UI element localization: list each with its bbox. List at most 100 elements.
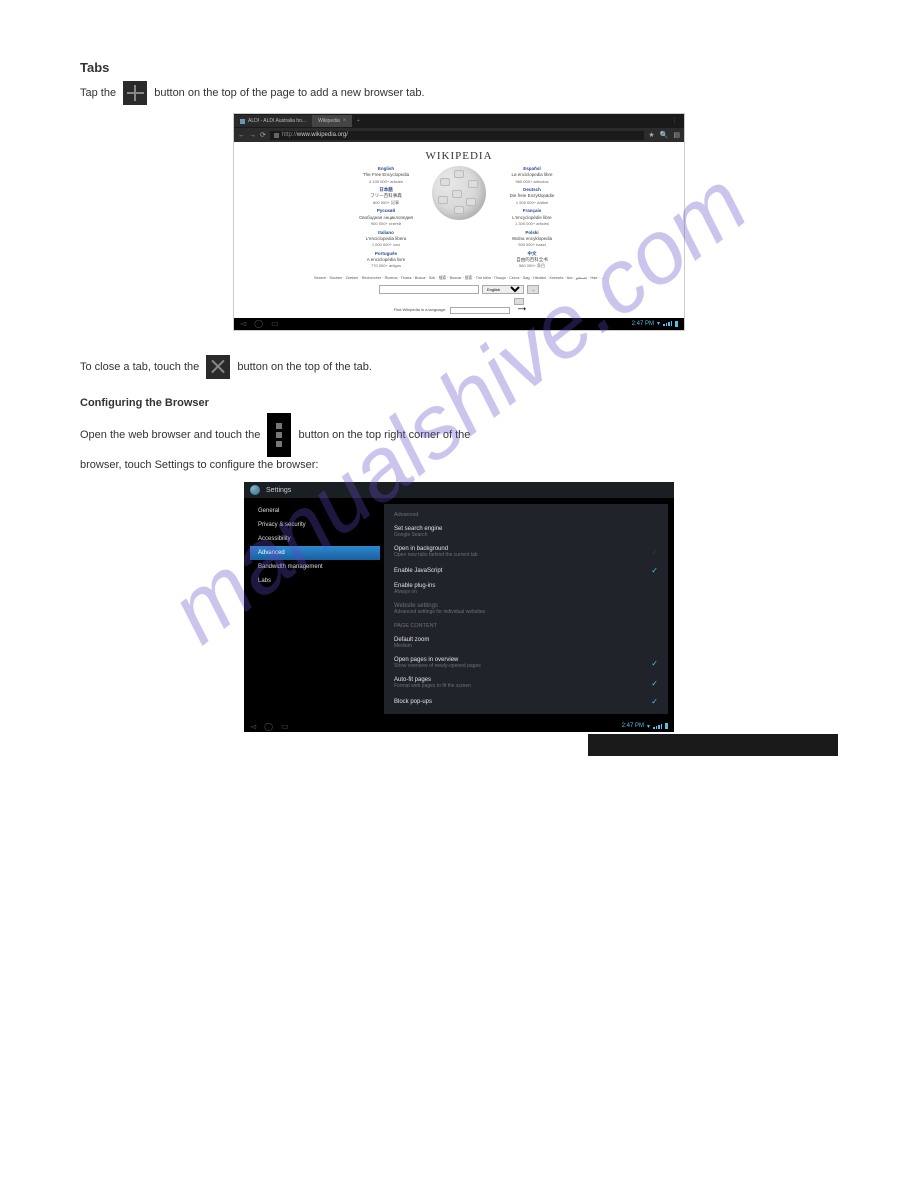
battery-icon	[665, 723, 668, 729]
clock: 2:47 PM	[622, 723, 644, 729]
forward-icon[interactable]: →	[249, 132, 256, 139]
wiki-find-row: Find Wikipedia in a language: →	[244, 298, 674, 314]
row-title: Enable JavaScript	[394, 568, 442, 574]
checkbox-icon[interactable]: ✓	[651, 659, 658, 668]
row-sub: Format web pages to fit the screen	[394, 683, 471, 689]
text: Open the web browser and touch the	[80, 429, 260, 441]
sidebar-item-accessibility[interactable]: Accessibility	[250, 532, 380, 546]
sidebar-item-advanced[interactable]: Advanced	[250, 546, 380, 560]
instruction-config: Open the web browser and touch the butto…	[80, 413, 838, 475]
tab-close-icon[interactable]: ×	[343, 118, 347, 124]
settings-header: Settings	[244, 482, 674, 498]
settings-sidebar: General Privacy & security Accessibility…	[250, 504, 380, 714]
lang-count: 1 300 000+ articles	[492, 221, 572, 227]
settings-row[interactable]: Open pages in overviewShow overview of n…	[384, 653, 668, 673]
settings-row[interactable]: Default zoomMedium	[384, 633, 668, 653]
page-icon	[274, 133, 279, 138]
settings-title: Settings	[266, 487, 291, 494]
wifi-icon: ▾	[657, 320, 660, 327]
settings-row[interactable]: Enable plug-insAlways on	[384, 579, 668, 599]
wikipedia-globe-icon	[432, 166, 486, 220]
lang-count: 1 500 000+ Artikel	[492, 200, 572, 206]
row-sub: Advanced settings for individual website…	[394, 609, 485, 615]
lang-count: 770 000+ artigos	[346, 263, 426, 269]
checkbox-icon[interactable]: ✓	[651, 679, 658, 688]
text: To close a tab, touch the	[80, 361, 199, 373]
screenshot-browser-settings: Settings General Privacy & security Acce…	[244, 482, 674, 732]
browser-tab-active[interactable]: Wikipedia ×	[312, 115, 352, 127]
lang-count: 960 000+ artículos	[492, 179, 572, 185]
wikipedia-logo-text: WIKIPEDIA	[244, 150, 674, 162]
wiki-find-button[interactable]: →	[514, 298, 524, 305]
tab-title: ALDI - ALDI Australia ho...	[248, 118, 306, 124]
checkbox-icon[interactable]: ✓	[651, 697, 658, 706]
browser-tab[interactable]: ALDI - ALDI Australia ho...	[234, 115, 312, 127]
reload-icon[interactable]: ⟳	[260, 131, 266, 139]
row-title: Block pop-ups	[394, 699, 432, 705]
row-sub: Medium	[394, 643, 429, 649]
sidebar-item-labs[interactable]: Labs	[250, 574, 380, 588]
back-nav-icon[interactable]: ◅	[240, 319, 246, 328]
close-icon	[206, 355, 230, 379]
tab-title: Wikipedia	[318, 118, 340, 124]
back-icon[interactable]: ←	[238, 132, 245, 139]
bookmarks-icon[interactable]: ▤	[673, 131, 680, 139]
settings-row[interactable]: Enable JavaScript ✓	[384, 562, 668, 579]
text: browser, touch Settings to configure the…	[80, 459, 318, 471]
checkbox-icon[interactable]: ✓	[651, 548, 658, 557]
lang-col-left: EnglishThe Free Encyclopedia4 100 000+ a…	[346, 166, 426, 272]
wiki-lang-select[interactable]: English	[482, 285, 524, 294]
lang-count: 1 000 000+ voci	[346, 242, 426, 248]
signal-icon	[653, 724, 662, 729]
instruction-tabs-open: Tap the button on the top of the page to…	[80, 81, 838, 105]
settings-row[interactable]: Open in backgroundOpen new tabs behind t…	[384, 542, 668, 562]
home-nav-icon[interactable]: ◯	[264, 722, 273, 731]
wifi-icon: ▾	[647, 723, 650, 730]
language-list-text: Search · Suchen · Zoeken · Rechercher · …	[264, 276, 654, 281]
clock: 2:47 PM	[632, 321, 654, 327]
text: Find Wikipedia in a language:	[394, 307, 446, 312]
home-nav-icon[interactable]: ◯	[254, 319, 263, 328]
text: button on the top right corner of the	[299, 429, 471, 441]
sidebar-item-bandwidth[interactable]: Bandwidth management	[250, 560, 380, 574]
recent-nav-icon[interactable]: ▭	[271, 319, 279, 328]
search-icon[interactable]: 🔍	[660, 131, 669, 139]
back-nav-icon[interactable]: ◅	[250, 722, 256, 731]
android-nav-bar: ◅ ◯ ▭ 2:47 PM ▾	[234, 318, 684, 330]
text: button on the top of the tab.	[237, 361, 372, 373]
url-bar-row: ← → ⟳ http:// www.wikipedia.org/ ★ 🔍 ▤	[234, 128, 684, 142]
battery-icon	[675, 321, 678, 327]
section-title-advanced: Advanced	[384, 508, 668, 522]
section-title-page-content: PAGE CONTENT	[384, 619, 668, 633]
settings-row[interactable]: Set search engineGoogle Search	[384, 522, 668, 542]
overflow-menu-icon	[267, 413, 291, 457]
plus-icon	[123, 81, 147, 105]
wiki-search-input[interactable]	[379, 285, 479, 294]
sidebar-item-privacy[interactable]: Privacy & security	[250, 518, 380, 532]
overflow-menu-icon[interactable]: ⋮	[666, 118, 684, 124]
browser-app-icon	[250, 485, 260, 495]
text: Tap the	[80, 87, 116, 99]
lang-count: 580 000+ 条目	[492, 263, 572, 269]
row-sub: Always on	[394, 589, 435, 595]
recent-nav-icon[interactable]: ▭	[281, 722, 289, 731]
favicon	[240, 119, 245, 124]
settings-row[interactable]: Auto-fit pagesFormat web pages to fit th…	[384, 673, 668, 693]
settings-row[interactable]: Block pop-ups ✓	[384, 693, 668, 710]
url-input[interactable]: http:// www.wikipedia.org/	[270, 131, 645, 140]
checkbox-icon[interactable]: ✓	[651, 566, 658, 575]
lang-count: 800 000+ 記事	[346, 200, 426, 206]
lang-count: 900 000+ статей	[346, 221, 426, 227]
wiki-search-button[interactable]: →	[527, 285, 539, 294]
new-tab-button[interactable]: +	[352, 118, 364, 124]
url-text: www.wikipedia.org/	[297, 132, 348, 138]
row-sub: Open new tabs behind the current tab	[394, 552, 478, 558]
instruction-tabs-close: To close a tab, touch the button on the …	[80, 355, 838, 379]
wiki-find-input[interactable]	[450, 307, 510, 314]
signal-icon	[663, 321, 672, 326]
sidebar-item-general[interactable]: General	[250, 504, 380, 518]
settings-row-disabled: Website settingsAdvanced settings for in…	[384, 599, 668, 619]
star-icon[interactable]: ★	[648, 131, 654, 139]
section-heading: Tabs	[80, 60, 838, 75]
lang-col-right: EspañolLa enciclopedia libre960 000+ art…	[492, 166, 572, 272]
